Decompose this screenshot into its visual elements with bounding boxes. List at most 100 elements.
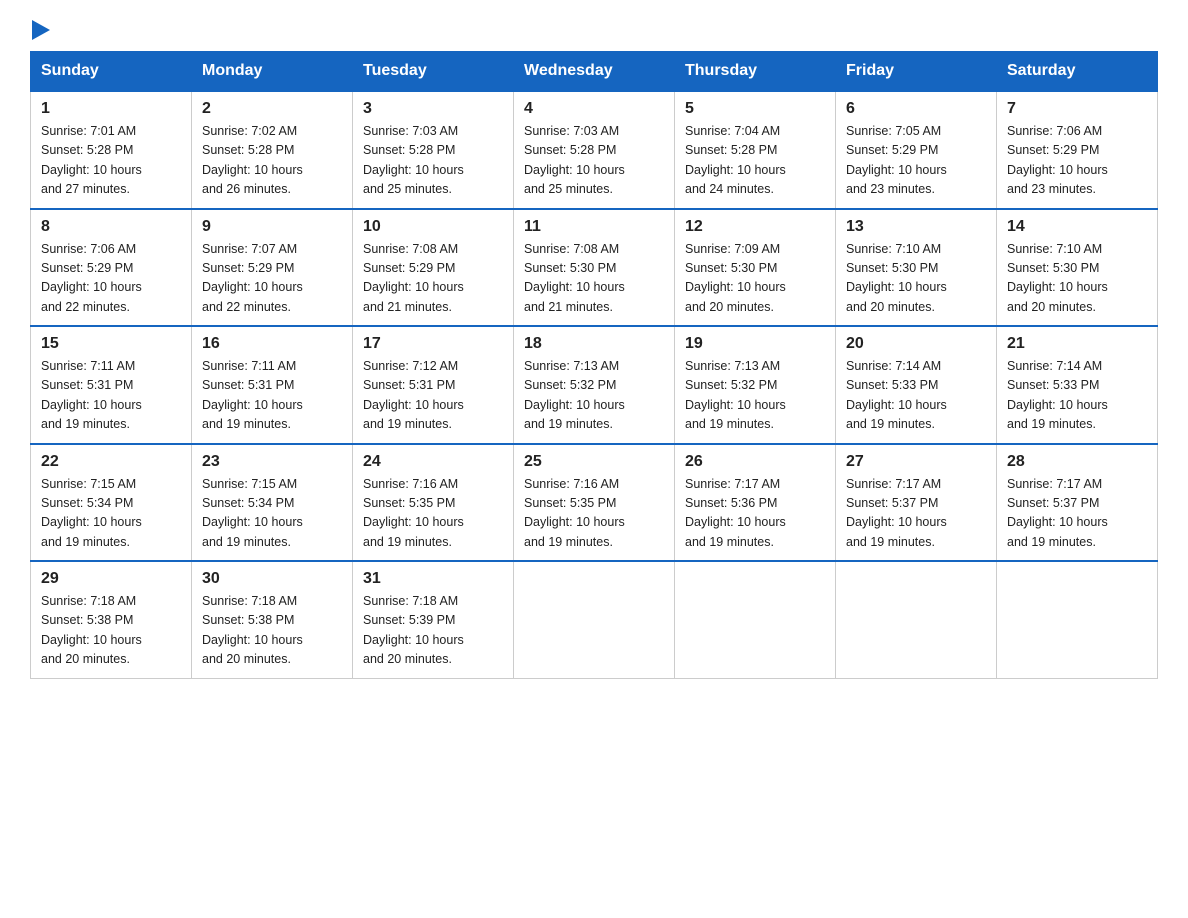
day-number: 31: [363, 570, 503, 588]
day-cell-10: 10Sunrise: 7:08 AMSunset: 5:29 PMDayligh…: [353, 209, 514, 327]
week-row-2: 8Sunrise: 7:06 AMSunset: 5:29 PMDaylight…: [31, 209, 1158, 327]
day-info: Sunrise: 7:17 AMSunset: 5:37 PMDaylight:…: [1007, 475, 1147, 553]
day-cell-2: 2 Sunrise: 7:02 AMSunset: 5:28 PMDaylight…: [192, 91, 353, 209]
day-number: 1: [41, 100, 181, 118]
day-number: 29: [41, 570, 181, 588]
day-cell-11: 11Sunrise: 7:08 AMSunset: 5:30 PMDayligh…: [514, 209, 675, 327]
day-info: Sunrise: 7:10 AMSunset: 5:30 PMDaylight:…: [846, 240, 986, 318]
header-sunday: Sunday: [31, 52, 192, 92]
day-cell-19: 19 Sunrise: 7:13 AMSunset: 5:32 PMDayligh…: [675, 326, 836, 444]
day-info: Sunrise: 7:04 AMSunset: 5:28 PMDaylight:…: [685, 122, 825, 200]
day-number: 10: [363, 218, 503, 236]
day-info: Sunrise: 7:13 AMSunset: 5:32 PMDaylight:…: [685, 357, 825, 435]
day-number: 18: [524, 335, 664, 353]
day-cell-13: 13 Sunrise: 7:10 AMSunset: 5:30 PMDayligh…: [836, 209, 997, 327]
day-number: 15: [41, 335, 181, 353]
day-number: 25: [524, 453, 664, 471]
day-cell-4: 4 Sunrise: 7:03 AMSunset: 5:28 PMDaylight…: [514, 91, 675, 209]
week-row-3: 15 Sunrise: 7:11 AMSunset: 5:31 PMDayligh…: [31, 326, 1158, 444]
day-cell-20: 20 Sunrise: 7:14 AMSunset: 5:33 PMDayligh…: [836, 326, 997, 444]
logo: [30, 20, 50, 41]
day-number: 21: [1007, 335, 1147, 353]
day-info: Sunrise: 7:06 AMSunset: 5:29 PMDaylight:…: [41, 240, 181, 318]
day-cell-29: 29 Sunrise: 7:18 AMSunset: 5:38 PMDayligh…: [31, 561, 192, 678]
day-info: Sunrise: 7:14 AMSunset: 5:33 PMDaylight:…: [1007, 357, 1147, 435]
day-cell-30: 30 Sunrise: 7:18 AMSunset: 5:38 PMDayligh…: [192, 561, 353, 678]
day-number: 12: [685, 218, 825, 236]
day-cell-5: 5 Sunrise: 7:04 AMSunset: 5:28 PMDaylight…: [675, 91, 836, 209]
empty-cell-w5-d5: [675, 561, 836, 678]
day-info: Sunrise: 7:10 AMSunset: 5:30 PMDaylight:…: [1007, 240, 1147, 318]
day-info: Sunrise: 7:13 AMSunset: 5:32 PMDaylight:…: [524, 357, 664, 435]
day-cell-27: 27 Sunrise: 7:17 AMSunset: 5:37 PMDayligh…: [836, 444, 997, 562]
day-number: 2: [202, 100, 342, 118]
week-row-5: 29 Sunrise: 7:18 AMSunset: 5:38 PMDayligh…: [31, 561, 1158, 678]
day-info: Sunrise: 7:16 AMSunset: 5:35 PMDaylight:…: [524, 475, 664, 553]
day-cell-31: 31 Sunrise: 7:18 AMSunset: 5:39 PMDayligh…: [353, 561, 514, 678]
day-info: Sunrise: 7:08 AMSunset: 5:30 PMDaylight:…: [524, 240, 664, 318]
day-info: Sunrise: 7:06 AMSunset: 5:29 PMDaylight:…: [1007, 122, 1147, 200]
week-row-1: 1 Sunrise: 7:01 AMSunset: 5:28 PMDaylight…: [31, 91, 1158, 209]
day-info: Sunrise: 7:07 AMSunset: 5:29 PMDaylight:…: [202, 240, 342, 318]
day-number: 5: [685, 100, 825, 118]
header-saturday: Saturday: [997, 52, 1158, 92]
day-number: 6: [846, 100, 986, 118]
day-info: Sunrise: 7:15 AMSunset: 5:34 PMDaylight:…: [202, 475, 342, 553]
day-number: 14: [1007, 218, 1147, 236]
day-info: Sunrise: 7:18 AMSunset: 5:38 PMDaylight:…: [202, 592, 342, 670]
header-wednesday: Wednesday: [514, 52, 675, 92]
day-cell-6: 6 Sunrise: 7:05 AMSunset: 5:29 PMDaylight…: [836, 91, 997, 209]
week-row-4: 22 Sunrise: 7:15 AMSunset: 5:34 PMDayligh…: [31, 444, 1158, 562]
day-number: 30: [202, 570, 342, 588]
day-number: 28: [1007, 453, 1147, 471]
day-info: Sunrise: 7:14 AMSunset: 5:33 PMDaylight:…: [846, 357, 986, 435]
day-cell-24: 24Sunrise: 7:16 AMSunset: 5:35 PMDayligh…: [353, 444, 514, 562]
day-number: 4: [524, 100, 664, 118]
empty-cell-w5-d6: [836, 561, 997, 678]
day-number: 3: [363, 100, 503, 118]
day-info: Sunrise: 7:03 AMSunset: 5:28 PMDaylight:…: [524, 122, 664, 200]
day-info: Sunrise: 7:02 AMSunset: 5:28 PMDaylight:…: [202, 122, 342, 200]
day-cell-21: 21 Sunrise: 7:14 AMSunset: 5:33 PMDayligh…: [997, 326, 1158, 444]
day-number: 9: [202, 218, 342, 236]
day-info: Sunrise: 7:11 AMSunset: 5:31 PMDaylight:…: [41, 357, 181, 435]
calendar-table: SundayMondayTuesdayWednesdayThursdayFrid…: [30, 51, 1158, 679]
day-cell-9: 9 Sunrise: 7:07 AMSunset: 5:29 PMDaylight…: [192, 209, 353, 327]
day-info: Sunrise: 7:17 AMSunset: 5:36 PMDaylight:…: [685, 475, 825, 553]
day-number: 22: [41, 453, 181, 471]
day-number: 20: [846, 335, 986, 353]
day-info: Sunrise: 7:15 AMSunset: 5:34 PMDaylight:…: [41, 475, 181, 553]
day-cell-14: 14 Sunrise: 7:10 AMSunset: 5:30 PMDayligh…: [997, 209, 1158, 327]
day-info: Sunrise: 7:18 AMSunset: 5:39 PMDaylight:…: [363, 592, 503, 670]
day-info: Sunrise: 7:18 AMSunset: 5:38 PMDaylight:…: [41, 592, 181, 670]
day-info: Sunrise: 7:01 AMSunset: 5:28 PMDaylight:…: [41, 122, 181, 200]
day-info: Sunrise: 7:05 AMSunset: 5:29 PMDaylight:…: [846, 122, 986, 200]
day-number: 16: [202, 335, 342, 353]
day-cell-1: 1 Sunrise: 7:01 AMSunset: 5:28 PMDaylight…: [31, 91, 192, 209]
day-cell-15: 15 Sunrise: 7:11 AMSunset: 5:31 PMDayligh…: [31, 326, 192, 444]
day-cell-28: 28 Sunrise: 7:17 AMSunset: 5:37 PMDayligh…: [997, 444, 1158, 562]
day-cell-22: 22 Sunrise: 7:15 AMSunset: 5:34 PMDayligh…: [31, 444, 192, 562]
day-info: Sunrise: 7:17 AMSunset: 5:37 PMDaylight:…: [846, 475, 986, 553]
day-info: Sunrise: 7:11 AMSunset: 5:31 PMDaylight:…: [202, 357, 342, 435]
day-cell-17: 17Sunrise: 7:12 AMSunset: 5:31 PMDayligh…: [353, 326, 514, 444]
logo-arrow-icon: [30, 22, 50, 42]
day-number: 19: [685, 335, 825, 353]
day-number: 23: [202, 453, 342, 471]
day-cell-18: 18 Sunrise: 7:13 AMSunset: 5:32 PMDayligh…: [514, 326, 675, 444]
page-header: [30, 20, 1158, 41]
day-cell-26: 26 Sunrise: 7:17 AMSunset: 5:36 PMDayligh…: [675, 444, 836, 562]
header-thursday: Thursday: [675, 52, 836, 92]
day-cell-25: 25 Sunrise: 7:16 AMSunset: 5:35 PMDayligh…: [514, 444, 675, 562]
header-monday: Monday: [192, 52, 353, 92]
day-info: Sunrise: 7:09 AMSunset: 5:30 PMDaylight:…: [685, 240, 825, 318]
day-number: 24: [363, 453, 503, 471]
empty-cell-w5-d4: [514, 561, 675, 678]
empty-cell-w5-d7: [997, 561, 1158, 678]
day-number: 26: [685, 453, 825, 471]
day-cell-16: 16 Sunrise: 7:11 AMSunset: 5:31 PMDayligh…: [192, 326, 353, 444]
day-number: 13: [846, 218, 986, 236]
weekday-header-row: SundayMondayTuesdayWednesdayThursdayFrid…: [31, 52, 1158, 92]
day-cell-23: 23 Sunrise: 7:15 AMSunset: 5:34 PMDayligh…: [192, 444, 353, 562]
day-number: 27: [846, 453, 986, 471]
